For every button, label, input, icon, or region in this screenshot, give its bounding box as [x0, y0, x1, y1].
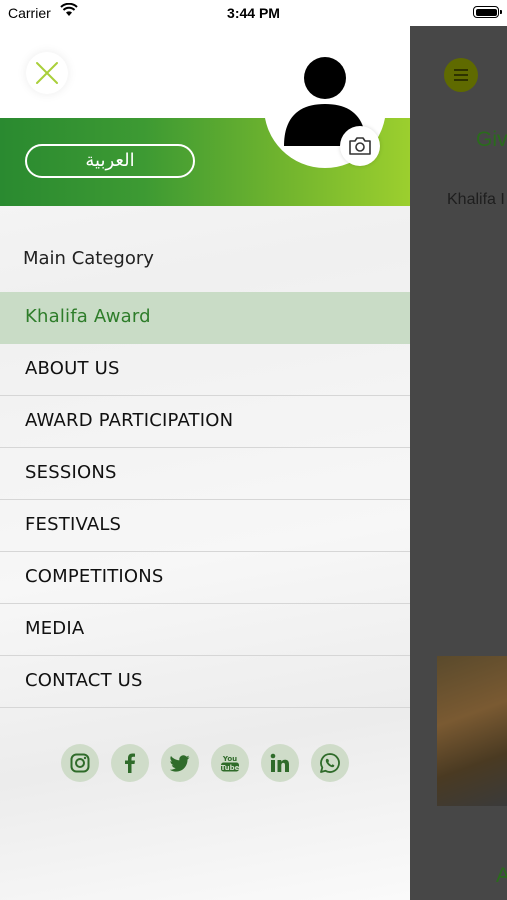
- facebook-icon: [125, 753, 135, 773]
- menu-item-competitions[interactable]: COMPETITIONS: [0, 552, 410, 604]
- svg-text:You: You: [222, 755, 237, 763]
- twitter-icon: [170, 755, 190, 772]
- twitter-button[interactable]: [161, 744, 199, 782]
- close-button[interactable]: [26, 52, 68, 94]
- whatsapp-icon: [320, 753, 340, 773]
- drawer-menu: Khalifa Award ABOUT US AWARD PARTICIPATI…: [0, 292, 410, 708]
- instagram-button[interactable]: [61, 744, 99, 782]
- menu-item-label: CONTACT US: [25, 670, 143, 691]
- menu-item-label: Khalifa Award: [25, 306, 151, 327]
- menu-item-label: FESTIVALS: [25, 514, 122, 535]
- menu-item-award-participation[interactable]: AWARD PARTICIPATION: [0, 396, 410, 448]
- instagram-icon: [70, 753, 90, 773]
- menu-item-label: SESSIONS: [25, 462, 117, 483]
- background-bottom-text: A: [496, 864, 507, 887]
- menu-item-khalifa-award[interactable]: Khalifa Award: [0, 292, 410, 344]
- camera-icon: [349, 137, 371, 155]
- menu-item-festivals[interactable]: FESTIVALS: [0, 500, 410, 552]
- youtube-button[interactable]: You Tube: [211, 744, 249, 782]
- menu-item-about-us[interactable]: ABOUT US: [0, 344, 410, 396]
- background-app[interactable]: Giv Khalifa I A: [410, 26, 507, 900]
- clock: 3:44 PM: [227, 5, 280, 21]
- background-image: [437, 656, 507, 806]
- status-bar: Carrier 3:44 PM: [0, 0, 507, 26]
- svg-text:Tube: Tube: [221, 764, 240, 772]
- linkedin-icon: [270, 753, 289, 772]
- change-photo-button[interactable]: [340, 126, 380, 166]
- menu-item-media[interactable]: MEDIA: [0, 604, 410, 656]
- social-links: You Tube: [61, 744, 361, 784]
- menu-item-label: COMPETITIONS: [25, 566, 164, 587]
- menu-icon[interactable]: [444, 58, 478, 92]
- language-toggle-button[interactable]: العربية: [25, 144, 195, 178]
- whatsapp-button[interactable]: [311, 744, 349, 782]
- main-category-heading: Main Category: [23, 248, 154, 269]
- menu-item-sessions[interactable]: SESSIONS: [0, 448, 410, 500]
- menu-item-label: ABOUT US: [25, 358, 120, 379]
- youtube-icon: You Tube: [221, 755, 240, 772]
- facebook-button[interactable]: [111, 744, 149, 782]
- background-subtitle: Khalifa I: [447, 191, 505, 208]
- menu-item-label: MEDIA: [25, 618, 85, 639]
- side-drawer: العربية Main Category Khalifa Award ABOU…: [0, 26, 410, 900]
- menu-item-label: AWARD PARTICIPATION: [25, 410, 234, 431]
- battery-icon: [473, 6, 502, 18]
- menu-item-contact-us[interactable]: CONTACT US: [0, 656, 410, 708]
- close-icon: [36, 62, 58, 84]
- linkedin-button[interactable]: [261, 744, 299, 782]
- background-heading: Giv: [476, 128, 507, 151]
